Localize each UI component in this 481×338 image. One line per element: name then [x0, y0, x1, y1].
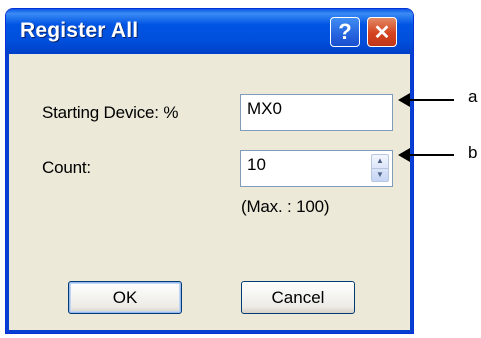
register-all-dialog: Register All ? ✕ Starting Device: % MX0 … — [5, 8, 414, 334]
close-button[interactable]: ✕ — [367, 17, 397, 47]
dialog-body: Starting Device: % MX0 Count: 10 ▲ ▼ (Ma… — [6, 54, 413, 333]
count-value: 10 — [247, 155, 266, 174]
count-spinner[interactable]: ▲ ▼ — [371, 154, 389, 182]
spin-down-icon[interactable]: ▼ — [372, 167, 388, 182]
cancel-label: Cancel — [271, 287, 325, 307]
callout-label-a: a — [468, 87, 478, 106]
callout-arrow-b-icon — [398, 148, 454, 162]
cancel-button[interactable]: Cancel — [241, 281, 355, 314]
ok-label: OK — [112, 287, 138, 307]
close-icon: ✕ — [373, 21, 391, 44]
callout-label-b: b — [468, 143, 478, 162]
help-button[interactable]: ? — [330, 17, 360, 47]
count-input[interactable]: 10 ▲ ▼ — [240, 150, 393, 187]
dialog-title: Register All — [20, 19, 139, 42]
count-label: Count: — [42, 158, 91, 177]
starting-device-input[interactable]: MX0 — [240, 94, 393, 131]
title-bar[interactable]: Register All ? ✕ — [6, 9, 413, 54]
callout-arrow-a-icon — [398, 93, 454, 107]
question-icon: ? — [338, 19, 352, 44]
ok-button[interactable]: OK — [68, 281, 182, 314]
spin-up-icon[interactable]: ▲ — [372, 155, 388, 168]
starting-device-label: Starting Device: % — [42, 103, 179, 122]
max-count-note: (Max. : 100) — [241, 197, 330, 216]
